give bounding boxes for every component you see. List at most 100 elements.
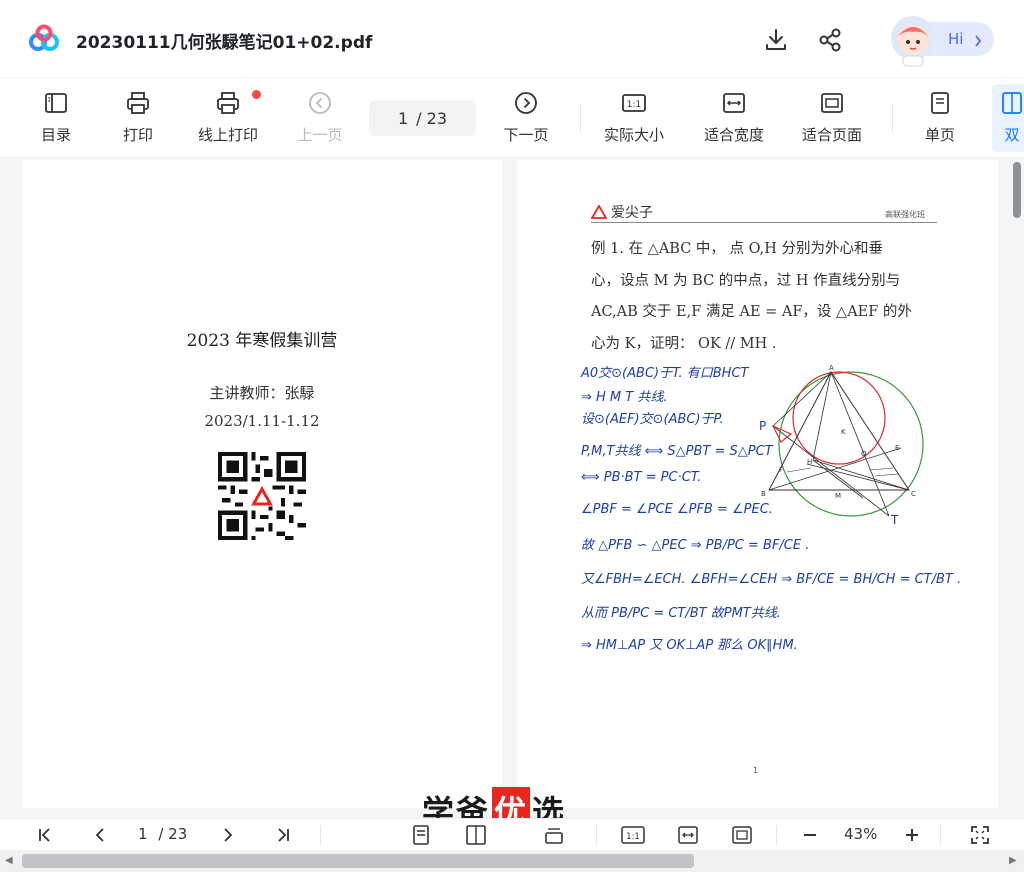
- fit-width-small-button[interactable]: [676, 823, 700, 847]
- fit-width-button[interactable]: 适合宽度: [700, 90, 768, 150]
- single-page-icon: [413, 825, 429, 845]
- fit-page-icon: [821, 93, 843, 113]
- prev-page-label: 上一页: [297, 126, 343, 144]
- single-page-small-button[interactable]: [410, 823, 432, 847]
- svg-text:1:1: 1:1: [626, 832, 640, 842]
- handwritten-note: P,M,T共线 ⟺ S△PBT = S△PCT: [581, 444, 773, 459]
- fit-page-icon: [732, 826, 752, 844]
- fit-width-icon: [723, 93, 745, 113]
- fullscreen-icon: [971, 826, 989, 844]
- print-label: 打印: [122, 126, 153, 144]
- zoom-in-button[interactable]: [902, 823, 922, 847]
- actual-size-button[interactable]: 1:1 实际大小: [600, 90, 668, 150]
- figure-label: C: [911, 490, 916, 498]
- problem-statement: 例 1. 在 △ABC 中， 点 O,H 分别为外心和垂 心，设点 M 为 BC…: [591, 234, 937, 360]
- last-page-icon: [278, 828, 289, 842]
- actual-size-label: 实际大小: [603, 126, 664, 144]
- brand-subtitle: 高联强化班: [885, 210, 925, 219]
- bottom-page-current: 1: [138, 825, 148, 843]
- minus-icon: [804, 834, 816, 836]
- horizontal-scroll-thumb[interactable]: [22, 854, 694, 868]
- vertical-scrollbar[interactable]: [1013, 162, 1021, 218]
- camp-date: 2023/1.11-1.12: [204, 412, 320, 430]
- figure-label: M: [835, 492, 841, 500]
- assistant-avatar-icon: [891, 16, 935, 67]
- handwritten-note: ∠PBF = ∠PCE ∠PFB = ∠PEC.: [581, 502, 773, 517]
- page-number: 1: [753, 766, 759, 775]
- handwritten-note: 从而 PB/PC = CT/BT 故PMT共线.: [581, 606, 781, 621]
- page-current: 1: [397, 108, 409, 128]
- problem-line: AC,AB 交于 E,F 满足 AE = AF，设 △AEF 的外: [591, 304, 912, 320]
- handwritten-note: ⇒ HM⊥AP 又 OK⊥AP 那么 OK∥HM.: [581, 638, 798, 653]
- zoom-level: 43%: [844, 825, 878, 843]
- print-button[interactable]: 打印: [118, 90, 158, 150]
- actual-size-icon: 1:1: [621, 826, 645, 844]
- teacher-name: 主讲教师：张騄: [209, 384, 315, 402]
- handwritten-note: 又∠FBH=∠ECH. ∠BFH=∠CEH ⇒ BF/CE = BH/CH = …: [581, 572, 962, 587]
- scroll-left-arrow-icon[interactable]: ◀: [5, 855, 13, 866]
- zoom-out-button[interactable]: [800, 823, 820, 847]
- fit-page-label: 适合页面: [801, 126, 862, 144]
- figure-label: K: [841, 428, 846, 436]
- brand-header: 爱尖子: [591, 202, 653, 222]
- scroll-right-arrow-icon[interactable]: ▶: [1009, 855, 1017, 866]
- camp-title: 2023 年寒假集训营: [186, 331, 338, 351]
- figure-label: B: [761, 490, 766, 498]
- toolbar: 目录 打印 线上打印 上一页 1 / 23 下一页 1:1 实际大小 适合宽度 …: [0, 78, 1024, 158]
- bottom-page-indicator[interactable]: 1 / 23: [138, 825, 187, 843]
- figure-label: H: [807, 458, 812, 466]
- catalog-button[interactable]: 目录: [36, 90, 76, 150]
- qr-code-icon: [218, 452, 306, 540]
- share-button[interactable]: [816, 26, 844, 54]
- page-input[interactable]: 1 / 23: [369, 100, 476, 136]
- problem-line: 心为 K，证明： OK // MH .: [591, 335, 777, 352]
- double-page-icon: [1002, 92, 1022, 114]
- share-icon: [819, 28, 841, 52]
- prev-page-small-button[interactable]: [90, 823, 110, 847]
- download-button[interactable]: [762, 26, 790, 54]
- scroll-mode-icon: [545, 828, 563, 844]
- toolbar-divider: [580, 104, 581, 132]
- double-page-button[interactable]: 双: [992, 84, 1024, 152]
- fit-page-small-button[interactable]: [730, 823, 754, 847]
- horizontal-scrollbar[interactable]: ◀ ▶: [0, 850, 1024, 872]
- chevron-left-icon: [95, 828, 104, 842]
- file-title: 20230111几何张騄笔记01+02.pdf: [76, 33, 373, 53]
- figure-label: F: [779, 466, 783, 474]
- next-page-small-button[interactable]: [218, 823, 238, 847]
- toolbar-divider: [892, 104, 893, 132]
- actual-size-small-button[interactable]: 1:1: [620, 823, 646, 847]
- handwritten-note: A0交⊙(ABC)于T. 有口BHCT: [581, 366, 749, 381]
- first-page-icon: [39, 828, 50, 842]
- double-page-small-button[interactable]: [464, 823, 488, 847]
- first-page-button[interactable]: [34, 823, 56, 847]
- single-page-button[interactable]: 单页: [920, 90, 960, 150]
- scroll-mode-button[interactable]: [542, 823, 566, 847]
- double-page-icon: [466, 825, 486, 845]
- online-printer-icon: [217, 92, 239, 114]
- document-viewer[interactable]: 2023 年寒假集训营 主讲教师：张騄 2023/1.11-1.12 爱尖子 高…: [0, 158, 1024, 818]
- fit-width-label: 适合宽度: [703, 126, 764, 144]
- single-page-icon: [931, 92, 949, 114]
- last-page-button[interactable]: [272, 823, 294, 847]
- chevron-right-circle-icon: [515, 92, 537, 114]
- next-page-label: 下一页: [503, 126, 549, 144]
- svg-text:1:1: 1:1: [627, 100, 641, 110]
- hi-label: Hi: [948, 30, 964, 48]
- next-page-button[interactable]: 下一页: [500, 90, 552, 150]
- download-icon: [766, 29, 786, 50]
- figure-label: P: [759, 419, 766, 433]
- fullscreen-button[interactable]: [968, 823, 992, 847]
- bottom-page-total: / 23: [158, 825, 188, 843]
- handwritten-note: ⇒ H M T 共线.: [581, 390, 668, 405]
- prev-page-button[interactable]: 上一页: [294, 90, 346, 150]
- page-total: / 23: [416, 108, 448, 128]
- fit-page-button[interactable]: 适合页面: [798, 90, 866, 150]
- catalog-label: 目录: [40, 126, 71, 144]
- online-print-label: 线上打印: [197, 126, 258, 144]
- header: 20230111几何张騄笔记01+02.pdf Hi: [0, 0, 1024, 78]
- handwritten-note: 故 △PFB ∽ △PEC ⇒ PB/PC = BF/CE .: [581, 538, 810, 553]
- hi-assistant-button[interactable]: Hi: [876, 16, 998, 67]
- fit-width-icon: [678, 826, 698, 844]
- online-print-button[interactable]: 线上打印: [194, 90, 262, 150]
